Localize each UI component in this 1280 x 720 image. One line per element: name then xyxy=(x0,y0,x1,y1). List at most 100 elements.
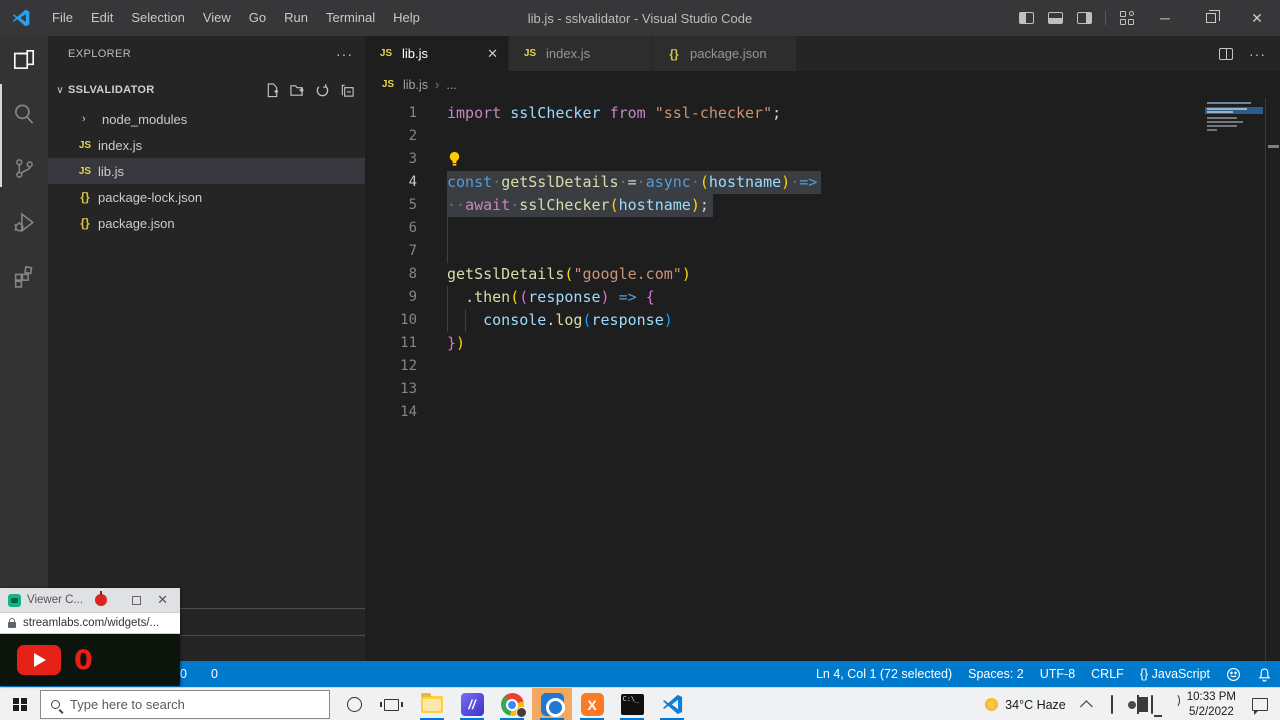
restore-button[interactable] xyxy=(1188,0,1234,36)
code-line-6[interactable]: 6 xyxy=(365,217,1280,240)
file-row-package.json[interactable]: {}package.json xyxy=(48,210,365,236)
status-indentation[interactable]: Spaces: 2 xyxy=(968,667,1024,681)
code-line-8[interactable]: 8getSslDetails("google.com") xyxy=(365,263,1280,286)
close-button[interactable]: ✕ xyxy=(1234,0,1280,36)
new-file-icon[interactable] xyxy=(265,83,280,98)
file-row-lib.js[interactable]: JSlib.js xyxy=(48,158,365,184)
refresh-icon[interactable] xyxy=(315,83,330,98)
js-file-icon: JS xyxy=(379,79,397,90)
action-center-icon[interactable] xyxy=(1252,698,1268,711)
code-line-4[interactable]: 4const·getSslDetails·=·async·(hostname)·… xyxy=(365,171,1280,194)
code-line-7[interactable]: 7 xyxy=(365,240,1280,263)
task-view-button[interactable] xyxy=(372,688,410,720)
taskbar-clock[interactable]: 10:33 PM 5/2/2022 xyxy=(1187,690,1236,719)
minimize-button[interactable]: ─ xyxy=(1142,0,1188,36)
scrollbar[interactable] xyxy=(1265,98,1266,661)
customize-layout-icon[interactable] xyxy=(1120,11,1134,25)
notifications-bell-icon[interactable] xyxy=(1257,667,1272,682)
code-line-3[interactable]: 3 xyxy=(365,148,1280,171)
code-token: console xyxy=(483,311,546,329)
battery-icon[interactable] xyxy=(1137,696,1139,714)
menu-selection[interactable]: Selection xyxy=(122,0,193,36)
lightbulb-icon[interactable] xyxy=(447,150,462,168)
code-line-13[interactable]: 13 xyxy=(365,378,1280,401)
code-line-2[interactable]: 2 xyxy=(365,125,1280,148)
toggle-secondary-sidebar-icon[interactable] xyxy=(1077,12,1092,24)
code-line-12[interactable]: 12 xyxy=(365,355,1280,378)
file-tree: ›node_modulesJSindex.jsJSlib.js{}package… xyxy=(48,106,365,236)
device-icon[interactable] xyxy=(1111,696,1113,714)
code-token: sslChecker xyxy=(510,104,600,122)
code-line-1[interactable]: 1import sslChecker from "ssl-checker"; xyxy=(365,102,1280,125)
line-number: 5 xyxy=(365,194,417,217)
popup-url[interactable]: streamlabs.com/widgets/... xyxy=(23,617,159,629)
js-file-icon: JS xyxy=(377,48,395,59)
toggle-panel-icon[interactable] xyxy=(1048,12,1063,24)
code-line-14[interactable]: 14 xyxy=(365,401,1280,424)
menu-edit[interactable]: Edit xyxy=(82,0,122,36)
tab-index.js[interactable]: JSindex.js xyxy=(509,36,653,71)
menu-view[interactable]: View xyxy=(194,0,240,36)
chevron-down-icon[interactable]: ∨ xyxy=(52,85,68,96)
status-eol[interactable]: CRLF xyxy=(1091,667,1124,681)
close-tab-icon[interactable]: ✕ xyxy=(473,46,498,62)
new-folder-icon[interactable] xyxy=(290,83,305,98)
code-line-5[interactable]: 5··await·sslChecker(hostname); xyxy=(365,194,1280,217)
taskbar-app-app-slashes[interactable]: // xyxy=(452,688,492,720)
minimap[interactable] xyxy=(1205,100,1263,148)
status-cursor-position[interactable]: Ln 4, Col 1 (72 selected) xyxy=(816,667,952,681)
taskbar-app-chrome[interactable] xyxy=(492,688,532,720)
popup-restore-icon[interactable] xyxy=(132,596,141,605)
code-line-11[interactable]: 11}) xyxy=(365,332,1280,355)
network-icon[interactable] xyxy=(1151,696,1153,714)
taskbar-app-vscode[interactable] xyxy=(652,688,692,720)
menu-terminal[interactable]: Terminal xyxy=(317,0,384,36)
menu-run[interactable]: Run xyxy=(275,0,317,36)
line-number: 4 xyxy=(365,171,417,194)
split-editor-icon[interactable] xyxy=(1219,48,1233,60)
popup-address-bar[interactable]: streamlabs.com/widgets/... xyxy=(0,612,180,634)
project-section-header[interactable]: ∨ SSLVALIDATOR xyxy=(48,78,365,102)
file-row-index.js[interactable]: JSindex.js xyxy=(48,132,365,158)
cortana-button[interactable] xyxy=(334,688,374,720)
taskbar-app-file-explorer[interactable] xyxy=(412,688,452,720)
menu-go[interactable]: Go xyxy=(240,0,275,36)
lock-icon xyxy=(8,622,16,628)
tab-lib.js[interactable]: JSlib.js✕ xyxy=(365,36,509,71)
run-debug-icon[interactable] xyxy=(0,198,48,246)
editor-more-actions-icon[interactable]: ··· xyxy=(1249,46,1266,62)
source-control-icon[interactable] xyxy=(0,144,48,192)
start-button[interactable] xyxy=(0,688,40,720)
taskbar-app-xampp[interactable]: X xyxy=(572,688,612,720)
file-row-node_modules[interactable]: ›node_modules xyxy=(48,106,365,132)
code-area[interactable]: 1import sslChecker from "ssl-checker";23… xyxy=(365,102,1280,424)
code-token: ( xyxy=(510,288,519,306)
hidden-icons-chevron[interactable] xyxy=(1080,700,1093,713)
popup-title-bar[interactable]: Viewer C... ✕ xyxy=(0,588,180,612)
search-icon[interactable] xyxy=(0,90,48,138)
breadcrumb-symbol[interactable]: ... xyxy=(446,78,456,92)
collapse-all-icon[interactable] xyxy=(340,83,355,98)
menu-file[interactable]: File xyxy=(43,0,82,36)
extensions-icon[interactable] xyxy=(0,252,48,300)
explorer-more-actions-icon[interactable]: ··· xyxy=(336,46,353,62)
file-row-package-lock.json[interactable]: {}package-lock.json xyxy=(48,184,365,210)
breadcrumb[interactable]: JS lib.js › ... xyxy=(365,71,457,98)
toggle-sidebar-icon[interactable] xyxy=(1019,12,1034,24)
weather-widget[interactable]: 34°C Haze xyxy=(985,698,1066,712)
explorer-icon[interactable] xyxy=(0,36,48,84)
warning-count: 0 xyxy=(211,667,218,681)
tab-package.json[interactable]: {}package.json xyxy=(653,36,797,71)
breadcrumb-file[interactable]: lib.js xyxy=(403,78,428,92)
menu-help[interactable]: Help xyxy=(384,0,429,36)
popup-close-icon[interactable]: ✕ xyxy=(157,592,168,608)
taskbar-app-streamlabs[interactable] xyxy=(532,688,572,720)
taskbar-search-input[interactable]: Type here to search xyxy=(40,690,330,719)
code-line-9[interactable]: 9 .then((response) => { xyxy=(365,286,1280,309)
taskbar-app-terminal[interactable]: C:\_ xyxy=(612,688,652,720)
code-line-10[interactable]: 10 console.log(response) xyxy=(365,309,1280,332)
status-language-mode[interactable]: {} JavaScript xyxy=(1140,667,1210,681)
volume-icon[interactable] xyxy=(1165,696,1173,714)
feedback-icon[interactable] xyxy=(1226,667,1241,682)
status-encoding[interactable]: UTF-8 xyxy=(1040,667,1075,681)
